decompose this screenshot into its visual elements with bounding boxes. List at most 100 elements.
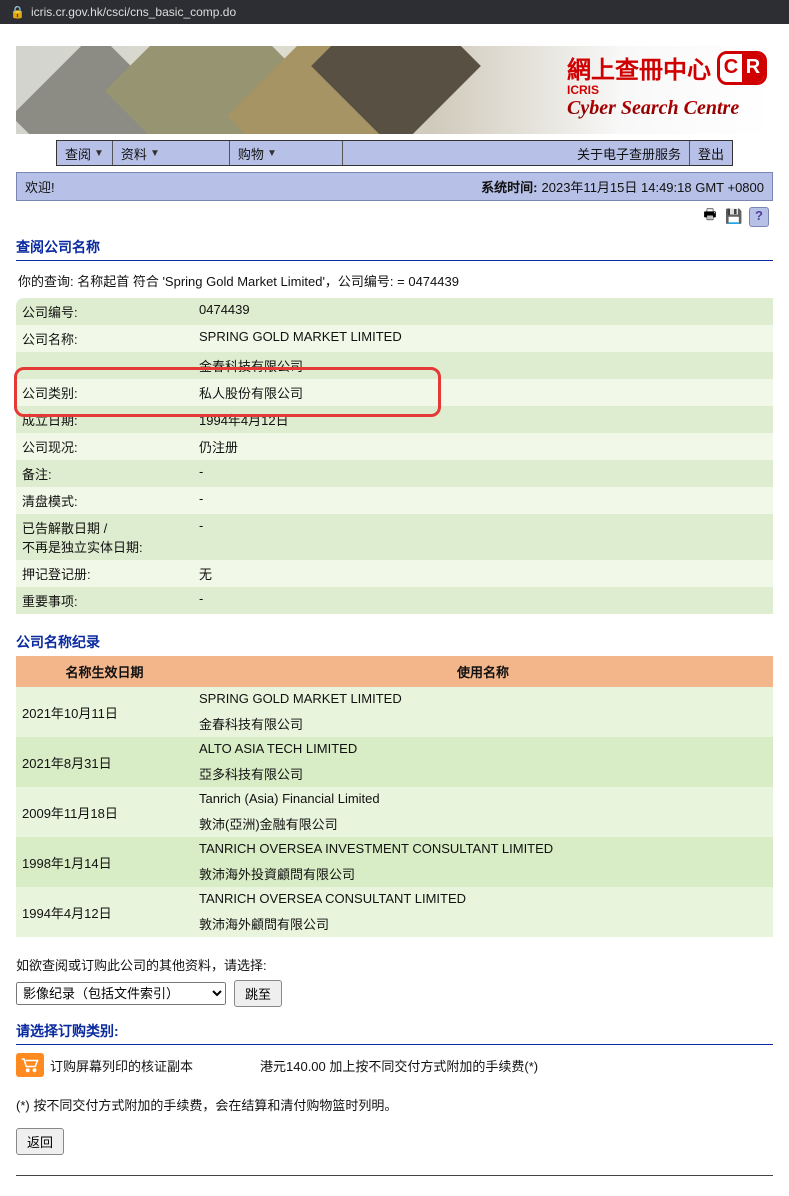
history-name-en: TANRICH OVERSEA INVESTMENT CONSULTANT LI… — [193, 837, 773, 860]
system-time-value: 2023年11月15日 14:49:18 GMT +0800 — [542, 177, 764, 196]
goto-button[interactable]: 跳至 — [234, 980, 282, 1007]
row-remarks: 备注: - — [16, 460, 773, 487]
history-name-en: ALTO ASIA TECH LIMITED — [193, 737, 773, 760]
order-item-price: 港元140.00 加上按不同交付方式附加的手续费(*) — [260, 1056, 538, 1075]
row-winding: 清盘模式: - — [16, 487, 773, 514]
menu-about[interactable]: 关于电子查册服务 — [569, 141, 690, 165]
query-summary: 你的查询: 名称起首 符合 'Spring Gold Market Limite… — [18, 271, 773, 290]
row-type: 公司类别: 私人股份有限公司 — [16, 379, 773, 406]
row-name-en: 公司名称: SPRING GOLD MARKET LIMITED — [16, 325, 773, 352]
row-charges: 押记登记册: 无 — [16, 560, 773, 587]
site-banner: 網上查冊中心 CR ICRIS Cyber Search Centre — [16, 46, 773, 134]
save-icon[interactable]: 💾 — [725, 207, 743, 225]
label-charges: 押记登记册: — [16, 560, 193, 587]
back-button[interactable]: 返回 — [16, 1128, 64, 1155]
label-cr-no: 公司编号: — [16, 298, 193, 325]
value-name-en: SPRING GOLD MARKET LIMITED — [193, 325, 773, 352]
value-cr-no: 0474439 — [193, 298, 773, 325]
col-used-name: 使用名称 — [193, 656, 773, 687]
history-name-cn: 敦沛海外投資顧問有限公司 — [193, 860, 773, 887]
menu-resources[interactable]: 资料 ▼ — [113, 141, 230, 165]
label-inc-date: 成立日期: — [16, 406, 193, 433]
history-row: 1994年4月12日TANRICH OVERSEA CONSULTANT LIM… — [16, 887, 773, 910]
history-date: 2009年11月18日 — [16, 787, 193, 837]
name-history-table: 名称生效日期 使用名称 2021年10月11日SPRING GOLD MARKE… — [16, 656, 773, 937]
value-remarks: - — [193, 460, 773, 487]
order-item-row: 订购屏幕列印的核证副本 港元140.00 加上按不同交付方式附加的手续费(*) — [16, 1053, 773, 1077]
main-menu: 查阅 ▼ 资料 ▼ 购物 ▼ 关于电子查册服务 登出 — [56, 140, 733, 166]
banner-tagline: Cyber Search Centre — [567, 97, 767, 120]
price-footnote: (*) 按不同交付方式附加的手续费，会在结算和清付购物篮时列明。 — [16, 1095, 773, 1114]
lock-icon: 🔒 — [10, 5, 25, 19]
history-date: 1998年1月14日 — [16, 837, 193, 887]
label-remarks: 备注: — [16, 460, 193, 487]
row-events: 重要事项: - — [16, 587, 773, 614]
row-inc-date: 成立日期: 1994年4月12日 — [16, 406, 773, 433]
history-name-cn: 亞多科技有限公司 — [193, 760, 773, 787]
history-row: 2021年8月31日ALTO ASIA TECH LIMITED — [16, 737, 773, 760]
menu-about-label: 关于电子查册服务 — [577, 144, 681, 163]
label-events: 重要事项: — [16, 587, 193, 614]
menu-resources-label: 资料 — [121, 144, 147, 163]
history-date: 2021年8月31日 — [16, 737, 193, 787]
history-row: 2021年10月11日SPRING GOLD MARKET LIMITED — [16, 687, 773, 710]
history-date: 1994年4月12日 — [16, 887, 193, 937]
row-status: 公司现况: 仍注册 — [16, 433, 773, 460]
print-icon[interactable]: 🖶 — [701, 207, 719, 225]
banner-icris: ICRIS — [567, 83, 767, 97]
row-cr-no: 公司编号: 0474439 — [16, 298, 773, 325]
history-name-en: Tanrich (Asia) Financial Limited — [193, 787, 773, 810]
history-name-en: SPRING GOLD MARKET LIMITED — [193, 687, 773, 710]
value-dissolved: - — [193, 514, 773, 560]
banner-title-cn: 網上查冊中心 — [567, 50, 711, 85]
help-icon[interactable]: ? — [749, 207, 769, 227]
value-status: 仍注册 — [193, 433, 773, 460]
page-title: 查阅公司名称 — [16, 237, 773, 261]
util-icons: 🖶 💾 ? — [16, 201, 773, 231]
chevron-down-icon: ▼ — [150, 148, 160, 159]
history-row: 1998年1月14日TANRICH OVERSEA INVESTMENT CON… — [16, 837, 773, 860]
history-name-cn: 敦沛海外顧問有限公司 — [193, 910, 773, 937]
menu-logout[interactable]: 登出 — [690, 141, 732, 165]
cr-logo: CR — [717, 51, 767, 85]
label-dissolved: 已告解散日期 / 不再是独立实体日期: — [16, 514, 193, 560]
cart-icon[interactable] — [16, 1053, 44, 1077]
value-inc-date: 1994年4月12日 — [193, 406, 773, 433]
label-status: 公司现况: — [16, 433, 193, 460]
row-dissolved: 已告解散日期 / 不再是独立实体日期: - — [16, 514, 773, 560]
order-category-title: 请选择订购类别: — [16, 1021, 773, 1045]
menu-cart[interactable]: 购物 ▼ — [230, 141, 343, 165]
footer-divider — [16, 1175, 773, 1176]
history-row: 2009年11月18日Tanrich (Asia) Financial Limi… — [16, 787, 773, 810]
order-prompt: 如欲查阅或订购此公司的其他资料，请选择: — [16, 955, 773, 974]
browser-address-bar: 🔒 icris.cr.gov.hk/csci/cns_basic_comp.do — [0, 0, 789, 24]
chevron-down-icon: ▼ — [94, 148, 104, 159]
history-date: 2021年10月11日 — [16, 687, 193, 737]
system-time-label: 系统时间: — [481, 177, 537, 196]
label-winding: 清盘模式: — [16, 487, 193, 514]
order-select[interactable]: 影像纪录（包括文件索引） — [16, 982, 226, 1005]
url-text: icris.cr.gov.hk/csci/cns_basic_comp.do — [31, 5, 236, 19]
value-events: - — [193, 587, 773, 614]
company-info-table: 公司编号: 0474439 公司名称: SPRING GOLD MARKET L… — [16, 298, 773, 614]
history-name-cn: 敦沛(亞洲)金融有限公司 — [193, 810, 773, 837]
value-charges: 无 — [193, 560, 773, 587]
menu-search[interactable]: 查阅 ▼ — [57, 141, 113, 165]
name-history-title: 公司名称纪录 — [16, 632, 773, 652]
menu-logout-label: 登出 — [698, 144, 724, 163]
history-name-en: TANRICH OVERSEA CONSULTANT LIMITED — [193, 887, 773, 910]
status-bar: 欢迎! 系统时间: 2023年11月15日 14:49:18 GMT +0800 — [16, 172, 773, 201]
menu-search-label: 查阅 — [65, 144, 91, 163]
menu-cart-label: 购物 — [238, 144, 264, 163]
row-name-cn: 金春科技有限公司 — [16, 352, 773, 379]
welcome-text: 欢迎! — [25, 177, 55, 196]
label-type: 公司类别: — [16, 379, 193, 406]
value-name-cn: 金春科技有限公司 — [193, 352, 773, 379]
order-item-desc: 订购屏幕列印的核证副本 — [50, 1056, 260, 1075]
chevron-down-icon: ▼ — [267, 148, 277, 159]
value-winding: - — [193, 487, 773, 514]
value-type: 私人股份有限公司 — [193, 379, 773, 406]
label-name: 公司名称: — [16, 325, 193, 352]
history-name-cn: 金春科技有限公司 — [193, 710, 773, 737]
col-effective-date: 名称生效日期 — [16, 656, 193, 687]
